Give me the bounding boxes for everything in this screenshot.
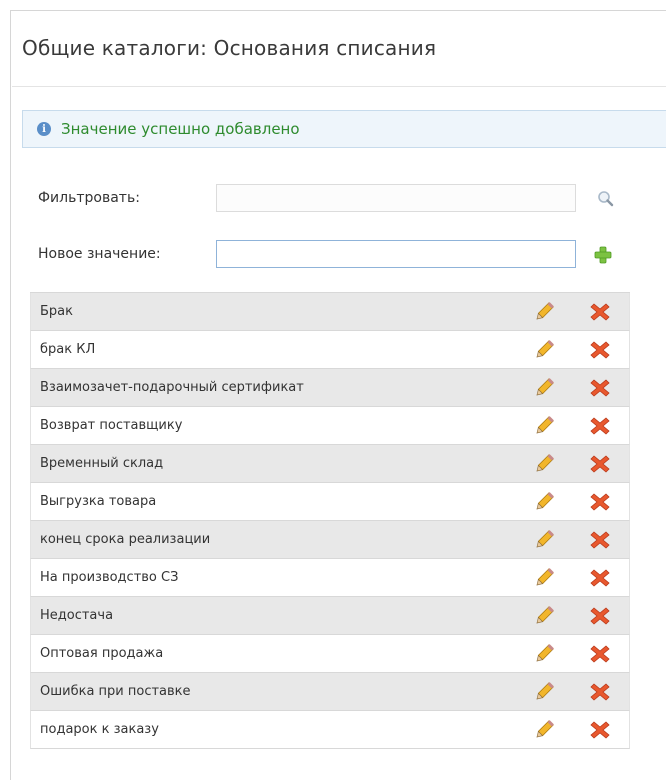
list-row-label: Временный склад <box>40 456 164 471</box>
delete-x-icon[interactable] <box>589 377 611 399</box>
delete-x-icon[interactable] <box>589 643 611 665</box>
delete-x-icon[interactable] <box>589 719 611 741</box>
pencil-icon[interactable] <box>533 377 555 399</box>
list-row[interactable]: На производство СЗ <box>30 559 630 597</box>
list-row[interactable]: Недостача <box>30 597 630 635</box>
list-row[interactable]: Оптовая продажа <box>30 635 630 673</box>
info-icon: i <box>37 122 51 136</box>
list-row[interactable]: Взаимозачет-подарочный сертификат <box>30 369 630 407</box>
pencil-icon[interactable] <box>533 681 555 703</box>
list-row-label: Ошибка при поставке <box>40 684 191 699</box>
delete-x-icon[interactable] <box>589 681 611 703</box>
pencil-icon[interactable] <box>533 415 555 437</box>
delete-x-icon[interactable] <box>589 491 611 513</box>
list-row[interactable]: Возврат поставщику <box>30 407 630 445</box>
delete-x-icon[interactable] <box>589 301 611 323</box>
pencil-icon[interactable] <box>533 339 555 361</box>
list-row[interactable]: конец срока реализации <box>30 521 630 559</box>
list-row-label: Возврат поставщику <box>40 418 183 433</box>
pencil-icon[interactable] <box>533 529 555 551</box>
values-list: Брак брак КЛ Взаимозачет-подарочный сертиф… <box>30 292 630 749</box>
delete-x-icon[interactable] <box>589 605 611 627</box>
delete-x-icon[interactable] <box>589 339 611 361</box>
list-row-label: подарок к заказу <box>40 722 159 737</box>
pencil-icon[interactable] <box>533 567 555 589</box>
pencil-icon[interactable] <box>533 491 555 513</box>
list-row[interactable]: брак КЛ <box>30 331 630 369</box>
new-value-input[interactable] <box>216 240 576 268</box>
list-row-label: брак КЛ <box>40 342 96 357</box>
pencil-icon[interactable] <box>533 719 555 741</box>
success-notice: i Значение успешно добавлено <box>22 110 666 148</box>
list-row-label: Выгрузка товара <box>40 494 157 509</box>
list-row-label: На производство СЗ <box>40 570 179 585</box>
new-value-label: Новое значение: <box>38 246 161 262</box>
delete-x-icon[interactable] <box>589 453 611 475</box>
add-icon[interactable] <box>592 244 614 266</box>
list-row[interactable]: Ошибка при поставке <box>30 673 630 711</box>
filter-label: Фильтровать: <box>38 190 140 206</box>
list-row-label: Оптовая продажа <box>40 646 164 661</box>
pencil-icon[interactable] <box>533 301 555 323</box>
delete-x-icon[interactable] <box>589 567 611 589</box>
delete-x-icon[interactable] <box>589 415 611 437</box>
list-row-label: конец срока реализации <box>40 532 211 547</box>
list-row[interactable]: подарок к заказу <box>30 711 630 749</box>
list-row-label: Недостача <box>40 608 114 623</box>
list-row-label: Брак <box>40 304 73 319</box>
page-title: Общие каталоги: Основания списания <box>22 36 437 60</box>
list-row[interactable]: Временный склад <box>30 445 630 483</box>
list-row[interactable]: Брак <box>30 293 630 331</box>
pencil-icon[interactable] <box>533 453 555 475</box>
list-row[interactable]: Выгрузка товара <box>30 483 630 521</box>
list-row-label: Взаимозачет-подарочный сертификат <box>40 380 304 395</box>
search-icon[interactable] <box>592 188 614 210</box>
pencil-icon[interactable] <box>533 643 555 665</box>
pencil-icon[interactable] <box>533 605 555 627</box>
filter-input[interactable] <box>216 184 576 212</box>
delete-x-icon[interactable] <box>589 529 611 551</box>
notice-text: Значение успешно добавлено <box>61 120 300 138</box>
title-divider <box>12 86 666 87</box>
